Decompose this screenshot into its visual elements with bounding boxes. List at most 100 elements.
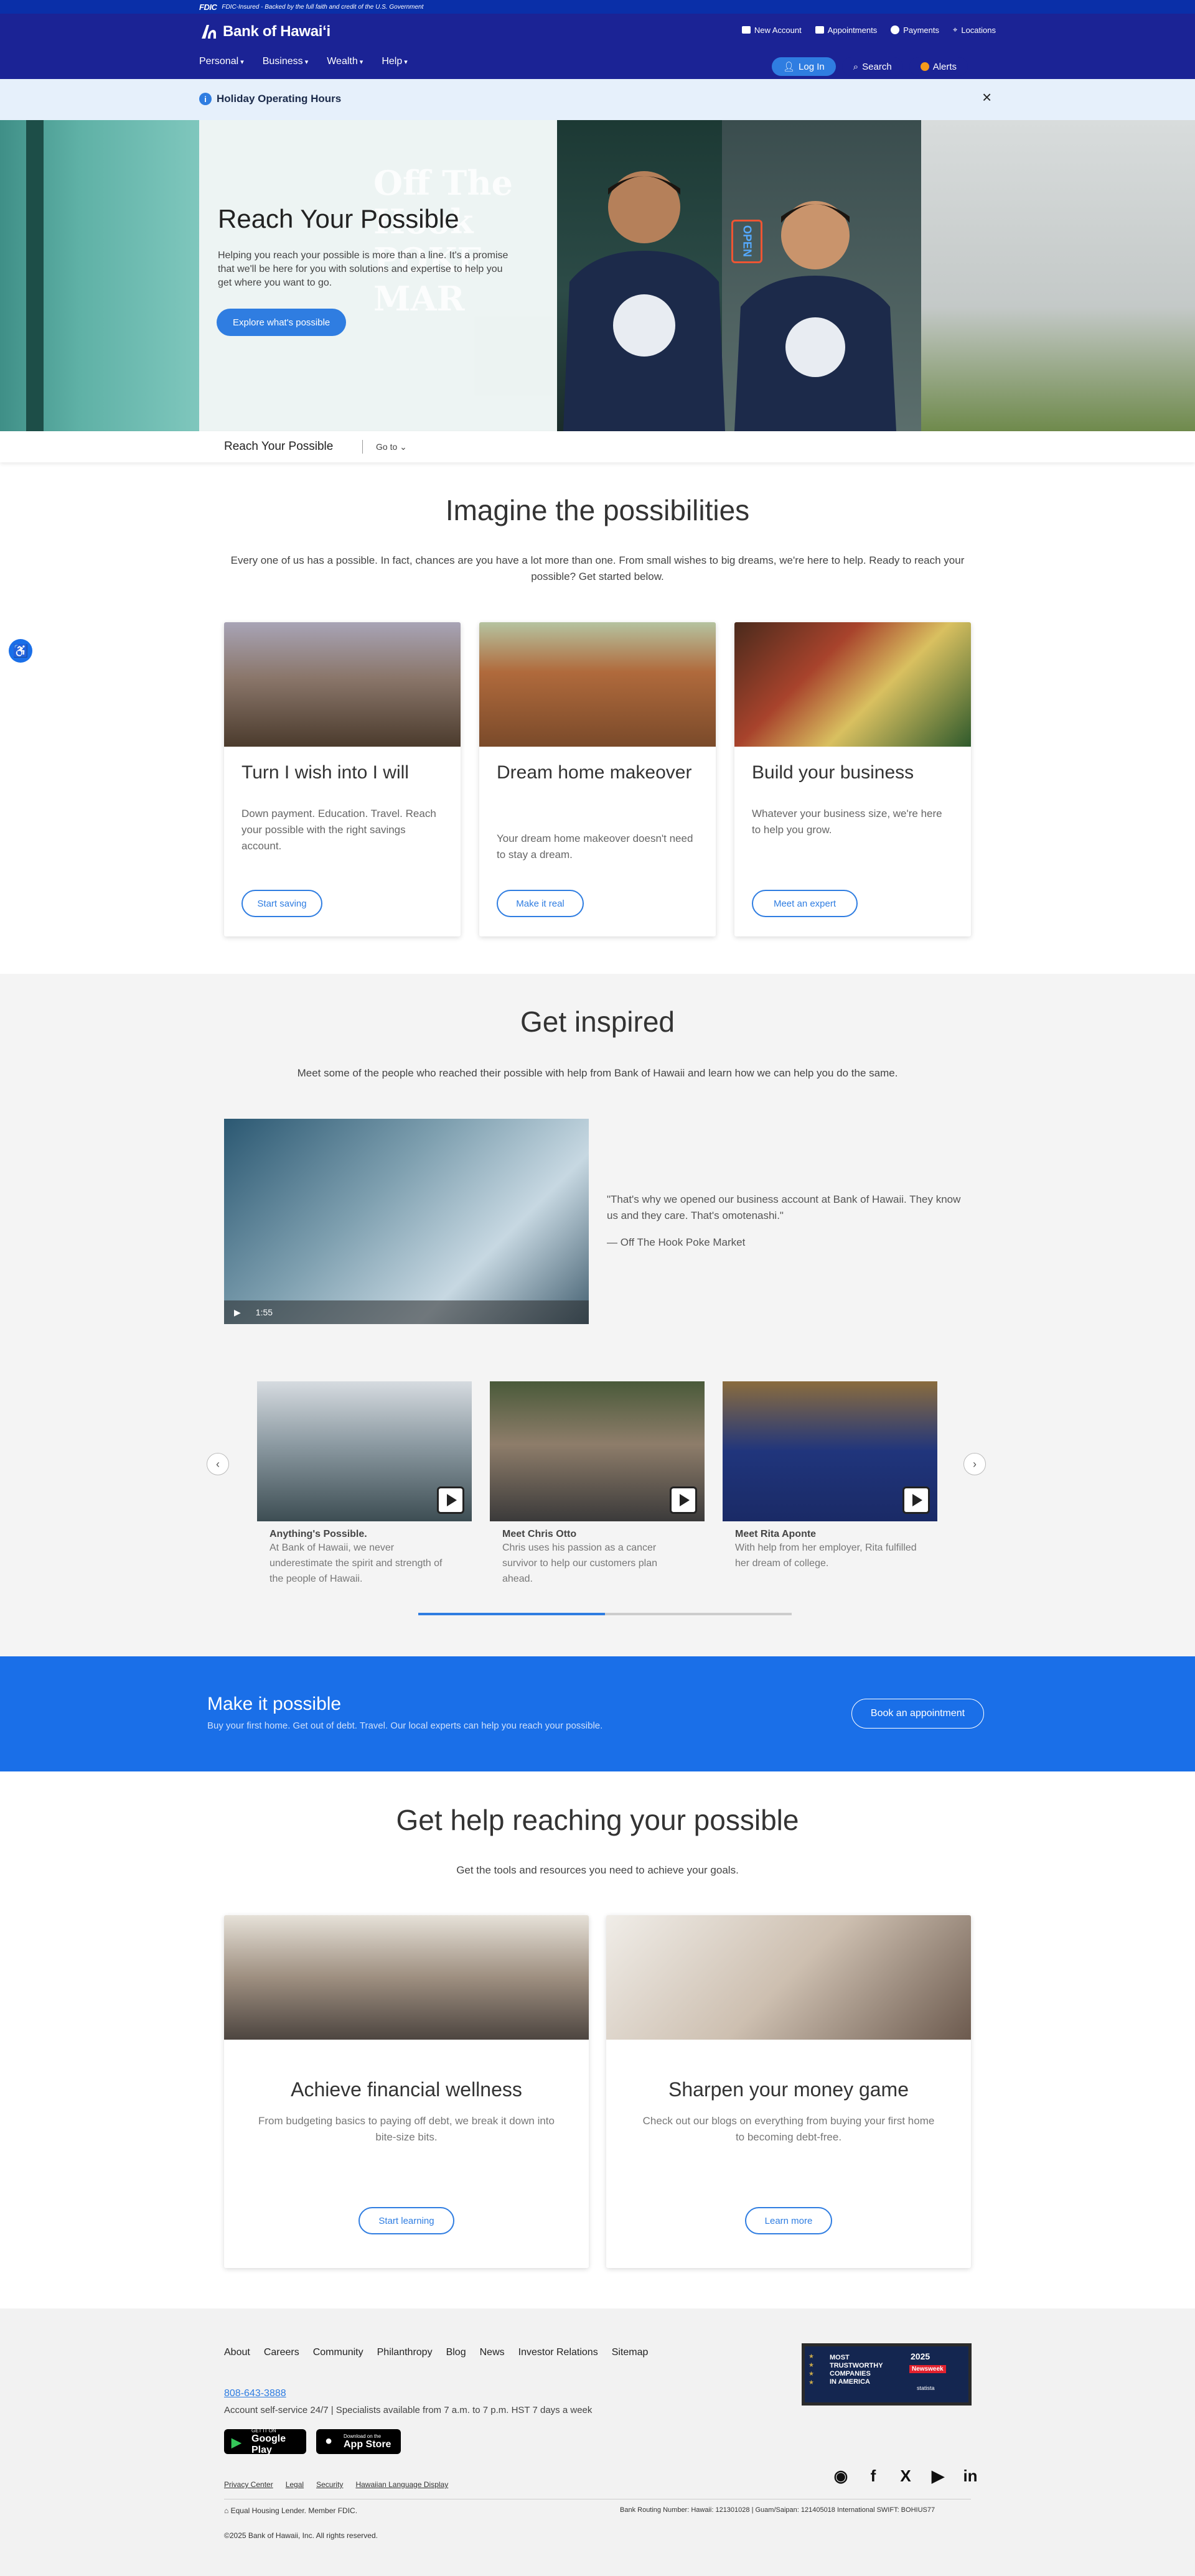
footer-link-news[interactable]: News — [480, 2347, 505, 2358]
inspired-title: Get inspired — [520, 1006, 675, 1038]
nav-business[interactable]: Business — [263, 56, 309, 67]
instagram-icon[interactable]: ◉ — [832, 2466, 850, 2485]
play-icon[interactable] — [670, 1486, 697, 1514]
footer-link-investor-relations[interactable]: Investor Relations — [518, 2347, 598, 2358]
nav-personal[interactable]: Personal — [199, 56, 244, 67]
meet-an-expert-button[interactable]: Meet an expert — [752, 890, 858, 917]
make-possible-title: Make it possible — [207, 1694, 342, 1714]
site-header: Bank of Hawaiʻi New Account Appointments… — [0, 14, 1195, 79]
badge-line3: COMPANIES — [830, 2370, 871, 2378]
goto-label: Go to — [376, 442, 398, 452]
app-store-button[interactable]: ● Download on the App Store — [316, 2429, 401, 2454]
nav-help[interactable]: Help — [382, 56, 407, 67]
social-links: ◉ f X ▶ in — [832, 2466, 980, 2485]
x-icon[interactable]: X — [896, 2466, 915, 2485]
locations-link[interactable]: ⌖ Locations — [953, 25, 996, 35]
play-icon[interactable] — [902, 1486, 930, 1514]
alerts-button[interactable]: Alerts — [909, 57, 968, 76]
badge-line4: IN AMERICA — [830, 2378, 870, 2386]
accessibility-button[interactable]: ♿ — [9, 639, 32, 663]
carousel-next-button[interactable]: › — [963, 1453, 986, 1475]
alerts-label: Alerts — [932, 61, 957, 72]
appointments-link[interactable]: Appointments — [815, 25, 877, 35]
footer-link-blog[interactable]: Blog — [446, 2347, 466, 2358]
alert-icon — [920, 62, 929, 71]
holiday-link[interactable]: i Holiday Operating Hours — [199, 93, 341, 105]
video-controls: ▶ 1:55 — [224, 1300, 589, 1324]
footer-link-sitemap[interactable]: Sitemap — [612, 2347, 649, 2358]
badge-line1: MOST — [830, 2354, 850, 2361]
apple-icon: ● — [325, 2434, 333, 2448]
video-card-title: Meet Chris Otto — [502, 1529, 577, 1539]
google-play-label: Google Play — [251, 2433, 286, 2455]
new-account-label: New Account — [754, 25, 802, 35]
google-play-button[interactable]: ▶ GET IT ON Google Play — [224, 2428, 306, 2455]
start-saving-button[interactable]: Start saving — [241, 890, 322, 917]
badge-brand: Newsweek — [909, 2365, 946, 2373]
close-icon[interactable]: × — [982, 88, 991, 107]
carousel-prev-button[interactable]: ‹ — [207, 1453, 229, 1475]
footer-link-philanthropy[interactable]: Philanthropy — [377, 2347, 433, 2358]
featured-video[interactable] — [224, 1119, 589, 1324]
subnav-title: Reach Your Possible — [224, 440, 334, 453]
hero-title: Reach Your Possible — [218, 204, 459, 233]
video-card-image — [490, 1381, 705, 1521]
new-account-link[interactable]: New Account — [741, 25, 802, 35]
card-wellness-title: Achieve financial wellness — [291, 2078, 522, 2101]
bank-logo[interactable]: Bank of Hawaiʻi — [199, 22, 330, 41]
hawaiian-language-link[interactable]: Hawaiian Language Display — [355, 2480, 448, 2489]
goto-dropdown[interactable]: Go to ⌄ — [376, 442, 407, 452]
phone-link[interactable]: 808-643-3888 — [224, 2388, 286, 2399]
card-business-desc: Whatever your business size, we're here … — [752, 808, 942, 836]
search-icon: ⌕ — [853, 61, 859, 72]
nav-wealth[interactable]: Wealth — [327, 56, 363, 67]
footer-links: About Careers Community Philanthropy Blo… — [224, 2347, 648, 2358]
fdic-text: FDIC-Insured - Backed by the full faith … — [222, 3, 424, 11]
make-it-real-button[interactable]: Make it real — [497, 890, 584, 917]
start-learning-button[interactable]: Start learning — [358, 2207, 454, 2234]
make-possible-text: Buy your first home. Get out of debt. Tr… — [207, 1720, 603, 1731]
inspired-lead: Meet some of the people who reached thei… — [297, 1067, 898, 1079]
search-label: Search — [862, 61, 892, 72]
equal-housing-label: Equal Housing Lender. Member FDIC. — [230, 2506, 358, 2515]
youtube-icon[interactable]: ▶ — [929, 2466, 947, 2485]
app-store-label: App Store — [344, 2438, 391, 2450]
login-label: Log In — [799, 61, 825, 72]
video-card[interactable]: Meet Chris Otto Chris uses his passion a… — [490, 1381, 705, 1587]
footer-link-community[interactable]: Community — [313, 2347, 363, 2358]
testimonial-quote: "That's why we opened our business accou… — [607, 1193, 961, 1221]
security-link[interactable]: Security — [316, 2480, 343, 2489]
card-wish-title: Turn I wish into I will — [241, 762, 409, 783]
linkedin-icon[interactable]: in — [961, 2466, 980, 2485]
play-icon[interactable]: ▶ — [234, 1307, 241, 1318]
privacy-center-link[interactable]: Privacy Center — [224, 2480, 273, 2489]
footer-link-careers[interactable]: Careers — [264, 2347, 299, 2358]
card-business: Build your business Whatever your busine… — [734, 622, 971, 936]
facebook-icon[interactable]: f — [864, 2466, 883, 2485]
equal-housing-icon: ⌂ — [224, 2506, 229, 2515]
play-icon[interactable] — [437, 1486, 464, 1514]
footer-link-about[interactable]: About — [224, 2347, 250, 2358]
login-button[interactable]: 👤︎ Log In — [772, 57, 836, 76]
video-card-image — [723, 1381, 937, 1521]
payments-link[interactable]: Payments — [891, 25, 939, 35]
video-card[interactable]: Anything's Possible. At Bank of Hawaii, … — [257, 1381, 472, 1587]
book-appointment-button[interactable]: Book an appointment — [851, 1699, 984, 1729]
holiday-title: Holiday Operating Hours — [217, 93, 342, 105]
imagine-title: Imagine the possibilities — [445, 494, 750, 526]
bank-logo-text: Bank of Hawaiʻi — [223, 23, 330, 40]
rainbow-logo-icon — [202, 25, 216, 39]
card-money-game: Sharpen your money game Check out our bl… — [606, 1915, 971, 2268]
card-wellness-image — [224, 1915, 589, 2040]
payments-label: Payments — [903, 25, 940, 35]
holiday-banner: i Holiday Operating Hours × — [0, 79, 1195, 120]
video-card[interactable]: Meet Rita Aponte With help from her empl… — [723, 1381, 937, 1571]
legal-link[interactable]: Legal — [286, 2480, 304, 2489]
explore-button[interactable]: Explore what's possible — [217, 309, 347, 336]
video-card-desc: With help from her employer, Rita fulfil… — [735, 1542, 917, 1569]
learn-more-button[interactable]: Learn more — [745, 2207, 832, 2234]
page-subnav: Reach Your Possible Go to ⌄ — [0, 431, 1195, 462]
video-card-title: Meet Rita Aponte — [735, 1529, 817, 1539]
search-button[interactable]: ⌕ Search — [841, 57, 903, 76]
user-icon: 👤︎ — [783, 62, 795, 72]
